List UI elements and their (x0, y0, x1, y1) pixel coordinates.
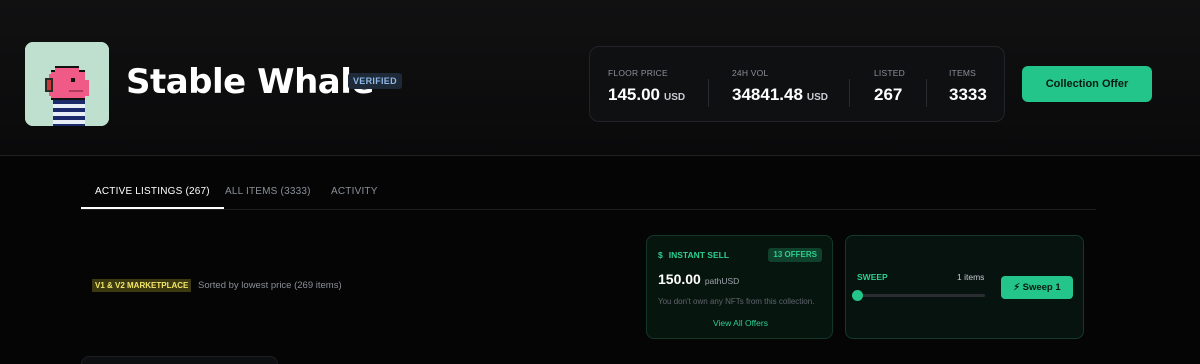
stat-value: 34841.48 USD (732, 85, 828, 105)
offers-count-badge: 13 OFFERS (768, 248, 822, 262)
stats-panel: FLOOR PRICE 145.00 USD 24H VOL 34841.48 US… (589, 46, 1005, 122)
collection-title: Stable Whale (126, 62, 374, 102)
dollar-icon: $ (658, 250, 663, 260)
sweep-button[interactable]: ⚡︎ Sweep 1 (1001, 276, 1073, 299)
sort-description: Sorted by lowest price (269 items) (198, 280, 342, 291)
stat-value: 145.00 USD (608, 85, 685, 105)
ownership-note: You don't own any NFTs from this collect… (658, 297, 815, 306)
sweep-slider-track[interactable] (857, 294, 985, 297)
view-all-offers-link[interactable]: View All Offers (647, 318, 834, 328)
tab-active-listings[interactable]: ACTIVE LISTINGS (267) (81, 177, 224, 209)
sweep-button-label: Sweep 1 (1022, 282, 1061, 293)
volume-value: 34841.48 (732, 85, 803, 104)
sell-price-unit: pathUSD (704, 276, 740, 286)
instant-sell-title: INSTANT SELL (668, 250, 730, 260)
stat-label: 24H VOL (732, 68, 769, 78)
tab-all-items[interactable]: ALL ITEMS (3333) (225, 177, 311, 209)
stat-divider (926, 79, 927, 107)
listed-value: 267 (874, 85, 903, 104)
lightning-icon: ⚡︎ (1013, 282, 1023, 293)
marketplace-tag: V1 & V2 MARKETPLACE (92, 279, 192, 292)
floor-price-value: 145.00 (608, 85, 660, 104)
listing-tabs: ACTIVE LISTINGS (267) ALL ITEMS (3333) A… (81, 177, 1096, 210)
sweep-card: SWEEP 1 items ⚡︎ Sweep 1 (845, 235, 1084, 339)
listing-card-partial (81, 356, 278, 364)
verified-badge: VERIFIED (348, 73, 402, 89)
stat-divider (708, 79, 709, 107)
sell-price-value: 150.00 (658, 271, 701, 287)
collection-offer-button[interactable]: Collection Offer (1022, 66, 1152, 102)
whale-avatar-icon (25, 42, 109, 126)
volume-unit: USD (806, 92, 829, 103)
stat-label: ITEMS (949, 68, 976, 78)
tab-activity[interactable]: ACTIVITY (331, 177, 378, 209)
sweep-item-count: 1 items (957, 272, 985, 282)
stat-divider (849, 79, 850, 107)
sweep-label: SWEEP (857, 272, 888, 282)
sweep-slider-handle[interactable] (852, 290, 863, 301)
instant-sell-price: 150.00 pathUSD (658, 271, 739, 287)
stat-label: FLOOR PRICE (608, 68, 668, 78)
floor-price-unit: USD (664, 92, 686, 103)
stat-label: LISTED (874, 68, 905, 78)
collection-header: Stable Whale VERIFIED FLOOR PRICE 145.00… (0, 0, 1200, 156)
items-value: 3333 (949, 85, 987, 104)
instant-sell-card: $ INSTANT SELL 13 OFFERS 150.00 pathUSD Yo… (646, 235, 833, 339)
collection-avatar (25, 42, 109, 126)
collection-page: Stable Whale VERIFIED FLOOR PRICE 145.00… (0, 0, 1200, 364)
instant-sell-header: $ INSTANT SELL (658, 250, 729, 260)
